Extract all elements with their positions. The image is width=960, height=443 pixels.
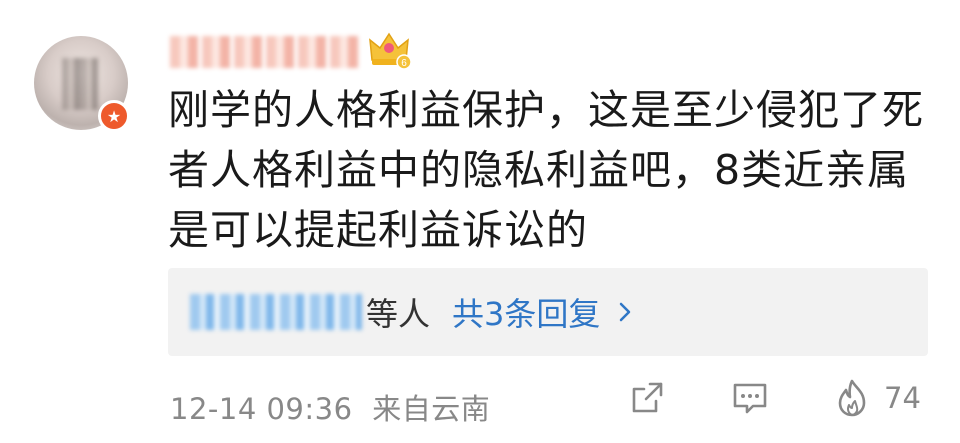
username-blur [170,36,362,68]
timestamp-location: 12-14 09:36 来自云南 [170,386,490,428]
crown-level-icon: 6 [369,32,412,70]
comment-actions: 74 [628,378,921,418]
verified-badge-icon: ★ [98,100,130,132]
like-flame-icon[interactable] [834,378,870,418]
replies-preview[interactable]: 等人 共3条回复 [168,268,928,356]
reply-users-suffix: 等人 [366,295,431,333]
comment-text: 刚学的人格利益保护，这是至少侵犯了死者人格利益中的隐私利益吧，8类近亲属是可以提… [168,86,924,254]
share-icon[interactable] [628,379,666,417]
like-count: 74 [884,381,921,415]
svg-text:6: 6 [401,58,407,69]
timestamp: 12-14 09:36 [170,392,353,426]
reply-count-link[interactable]: 共3条回复 [452,289,600,335]
username-blurred[interactable] [170,36,362,68]
reply-users-blurred [190,294,362,330]
avatar-blur [62,58,98,110]
comment-icon[interactable] [730,379,770,417]
location: 来自云南 [372,392,491,426]
chevron-right-icon [620,302,631,322]
